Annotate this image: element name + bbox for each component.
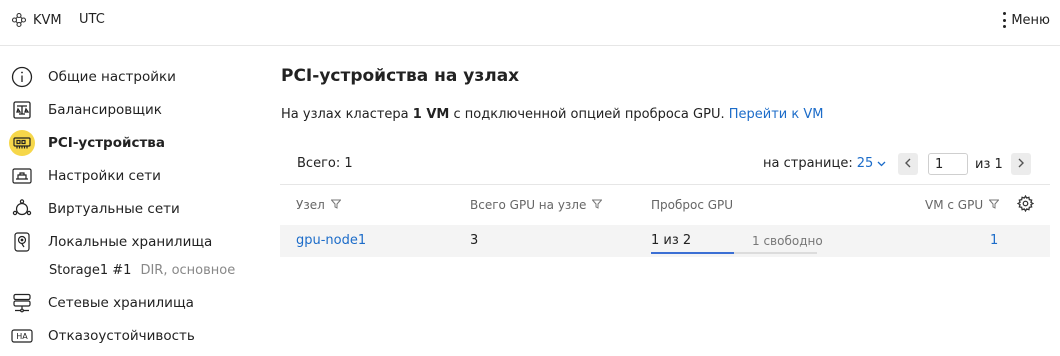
sidebar-item-label: Виртуальные сети (48, 201, 180, 217)
info-prefix: На узлах кластера (281, 107, 413, 122)
sidebar-item-label: Общие настройки (48, 69, 176, 85)
local-storage-icon (9, 229, 35, 255)
sidebar-item-label: Балансировщик (48, 102, 162, 118)
sidebar-item-label: Настройки сети (48, 168, 161, 184)
info-suffix: с подключенной опцией проброса GPU. (449, 107, 729, 122)
sidebar-item-label: Сетевые хранилища (48, 295, 194, 311)
per-page-select[interactable]: 25 (857, 156, 887, 171)
filter-icon[interactable] (988, 198, 1000, 212)
sidebar-item-balancer[interactable]: Балансировщик (9, 97, 162, 123)
sidebar-item-label: Отказоустойчивость (48, 328, 195, 344)
page-of-label: из 1 (975, 156, 1003, 172)
column-label: Всего GPU на узле (470, 198, 587, 212)
column-label: Узел (296, 198, 325, 212)
total-count: Всего: 1 (297, 156, 353, 171)
menu-button[interactable]: Меню (1002, 11, 1050, 29)
table-toolbar: Всего: 1 на странице: 25 из 1 (280, 147, 1050, 183)
sidebar-item-label: PCI-устройства (48, 135, 165, 151)
top-bar: KVM UTC Меню (0, 0, 1060, 46)
cluster-nodes-icon (11, 12, 27, 28)
chevron-right-icon (1018, 157, 1024, 172)
column-node[interactable]: Узел (296, 198, 342, 212)
column-vm-gpu[interactable]: VM с GPU (925, 198, 1000, 212)
brand[interactable]: KVM (11, 11, 62, 29)
chevron-left-icon (905, 157, 911, 172)
sidebar-item-virtual-networks[interactable]: Виртуальные сети (9, 196, 180, 222)
per-page: на странице: 25 (763, 156, 886, 171)
sidebar-item-high-availability[interactable]: HA Отказоустойчивость (9, 323, 195, 349)
per-page-label: на странице: (763, 156, 853, 171)
sidebar: Общие настройки Балансировщик PCI-устрой… (0, 47, 262, 356)
sidebar-item-label: Локальные хранилища (48, 234, 213, 250)
info-vm-count: 1 VM (412, 107, 450, 122)
gpu-total-value: 3 (470, 233, 479, 248)
gear-icon[interactable] (1016, 194, 1035, 216)
node-link[interactable]: gpu-node1 (296, 233, 366, 248)
column-gpu-total[interactable]: Всего GPU на узле (470, 198, 603, 212)
sidebar-item-network-storages[interactable]: Сетевые хранилища (9, 290, 194, 316)
sidebar-item-network-settings[interactable]: Настройки сети (9, 163, 161, 189)
column-label: Проброс GPU (651, 198, 734, 212)
storage-sub-item[interactable]: Storage1 #1 DIR, основное (49, 261, 235, 279)
next-page-button[interactable] (1010, 153, 1031, 175)
balancer-icon (9, 97, 35, 123)
sidebar-item-general-settings[interactable]: Общие настройки (9, 64, 176, 90)
free-gpu-value: 1 свободно (752, 234, 823, 248)
svg-text:HA: HA (16, 332, 28, 341)
prev-page-button[interactable] (898, 153, 918, 175)
column-label: VM с GPU (925, 198, 984, 212)
timezone-label[interactable]: UTC (79, 11, 105, 29)
pci-card-icon (9, 130, 35, 156)
storage-meta: DIR, основное (140, 262, 236, 278)
brand-name: KVM (33, 12, 62, 28)
table-row[interactable]: gpu-node1 3 1 из 2 1 свободно 1 (280, 225, 1050, 257)
network-settings-icon (9, 163, 35, 189)
info-text: На узлах кластера 1 VM с подключенной оп… (281, 107, 823, 122)
info-circle-icon (9, 64, 35, 90)
storage-name: Storage1 #1 (49, 262, 132, 278)
pagination: из 1 (898, 153, 1031, 175)
ha-icon: HA (9, 323, 35, 349)
passthrough-progress-bar (651, 252, 817, 254)
vm-gpu-link[interactable]: 1 (990, 233, 998, 248)
page-title: PCI-устройства на узлах (281, 66, 520, 86)
filter-icon[interactable] (330, 198, 342, 212)
column-passthrough: Проброс GPU (651, 198, 733, 212)
network-storage-icon (9, 290, 35, 316)
sidebar-item-local-storages[interactable]: Локальные хранилища (9, 229, 212, 255)
pci-devices-table: Узел Всего GPU на узле Проброс GPU VM с … (280, 184, 1050, 257)
menu-label: Меню (1011, 12, 1050, 28)
virtual-network-icon (9, 196, 35, 222)
table-header: Узел Всего GPU на узле Проброс GPU VM с … (280, 184, 1050, 225)
go-to-vm-link[interactable]: Перейти к VM (729, 107, 824, 122)
filter-icon[interactable] (591, 198, 603, 212)
per-page-value: 25 (856, 156, 874, 171)
sidebar-item-pci-devices[interactable]: PCI-устройства (9, 130, 165, 156)
chevron-down-icon (873, 156, 886, 171)
more-vertical-icon (1002, 12, 1006, 28)
passthrough-progress-fill (651, 252, 734, 254)
passthrough-value: 1 из 2 (651, 233, 692, 248)
page-number-input[interactable] (928, 153, 968, 175)
